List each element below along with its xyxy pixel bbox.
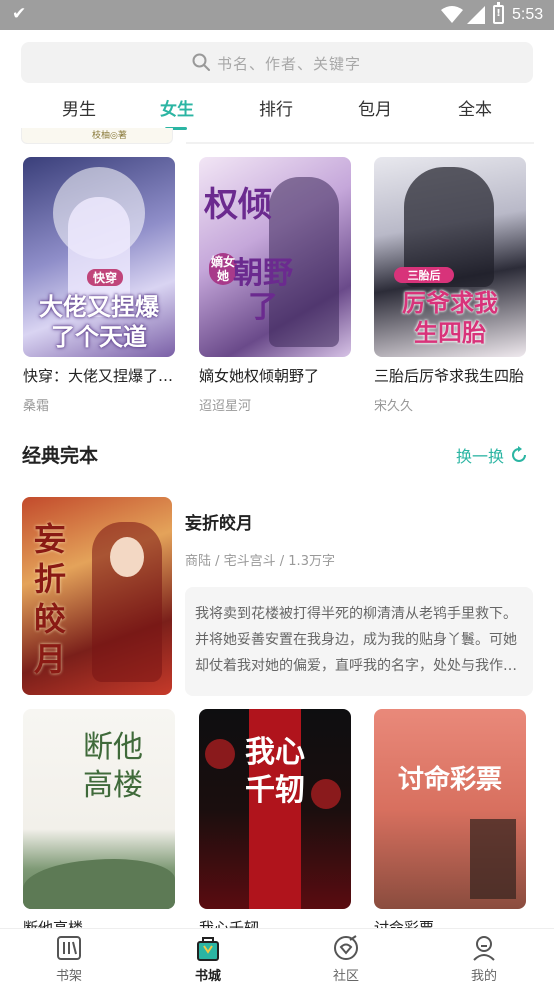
book-cover[interactable]: 断他高楼	[23, 709, 175, 909]
cover-title: 断他高楼	[83, 730, 143, 803]
tab-complete[interactable]: 全本	[435, 95, 515, 120]
featured-book-description[interactable]: 我将卖到花楼被打得半死的柳清清从老鸨手里救下。并将她妥善安置在我身边，成为我的贴…	[185, 587, 533, 696]
divider	[186, 128, 534, 144]
refresh-icon	[512, 446, 527, 462]
refresh-label: 换一换	[456, 447, 505, 466]
tab-ranking[interactable]: 排行	[236, 95, 316, 120]
cover-title: 了个天道	[51, 322, 147, 351]
book-card[interactable]: 讨命彩票 讨命彩票	[374, 709, 526, 938]
search-input[interactable]: 书名、作者、关键字	[21, 42, 533, 83]
nav-label: 社区	[332, 969, 359, 984]
book-author: 迢迢星河	[199, 399, 252, 414]
cover-title: 朝野了	[233, 256, 293, 325]
nav-profile[interactable]: 我的	[444, 934, 524, 984]
book-cover[interactable]: 三胎后 厉爷求我 生四胎	[374, 157, 526, 357]
nav-bookshelf[interactable]: 书架	[29, 934, 109, 984]
nav-bookstore[interactable]: 书城	[168, 934, 248, 984]
book-card[interactable]: 快穿 大佬又捏爆 了个天道 快穿：大佬又捏爆了个天道 桑霜	[23, 157, 175, 414]
status-time: 5:53	[512, 6, 544, 23]
tab-female[interactable]: 女生	[137, 95, 217, 120]
featured-book-meta: 商陆 / 宅斗宫斗 / 1.3万字	[185, 554, 335, 569]
partial-cover-text: 枝柚◎著	[92, 131, 127, 141]
bottom-navigation: 书架 书城 社区 我的	[0, 928, 554, 986]
status-bar: ✔ ! 5:53	[0, 0, 554, 30]
book-cover[interactable]: 权倾 嫡女她 朝野了	[199, 157, 351, 357]
cover-title: 讨命彩票	[397, 765, 502, 795]
bookshelf-icon	[29, 934, 109, 962]
featured-book-title[interactable]: 妄折皎月	[185, 509, 253, 534]
battery-icon: !	[493, 2, 504, 24]
profile-icon	[444, 934, 524, 962]
book-title[interactable]: 嫡女她权倾朝野了	[199, 365, 351, 386]
book-card[interactable]: 我心千轫 我心千轫	[199, 709, 351, 938]
refresh-button[interactable]: 换一换	[456, 443, 528, 467]
book-card[interactable]: 断他高楼 断他高楼	[23, 709, 175, 938]
bookstore-icon	[168, 934, 248, 962]
search-placeholder: 书名、作者、关键字	[217, 55, 362, 73]
partial-book-cover[interactable]: 枝柚◎著	[21, 128, 173, 144]
cover-title: 生四胎	[414, 318, 486, 347]
featured-book-cover[interactable]: 妄折皎月	[22, 497, 172, 695]
cover-title: 权倾	[204, 185, 272, 225]
featured-cover-title: 妄折皎月	[34, 520, 67, 678]
book-title[interactable]: 三胎后厉爷求我生四胎	[374, 365, 526, 386]
community-icon	[306, 934, 386, 962]
section-title: 经典完本	[22, 445, 99, 467]
book-cover[interactable]: 我心千轫	[199, 709, 351, 909]
book-author: 宋久久	[374, 399, 414, 414]
tab-male[interactable]: 男生	[39, 95, 119, 120]
book-card[interactable]: 三胎后 厉爷求我 生四胎 三胎后厉爷求我生四胎 宋久久	[374, 157, 526, 414]
cover-title: 我心千轫	[245, 735, 305, 808]
nav-label: 书架	[55, 969, 82, 984]
search-icon	[192, 53, 210, 71]
nav-label: 我的	[470, 969, 497, 984]
nav-community[interactable]: 社区	[306, 934, 386, 984]
book-cover[interactable]: 快穿 大佬又捏爆 了个天道	[23, 157, 175, 357]
checkmark-icon: ✔	[12, 4, 27, 24]
book-cover[interactable]: 讨命彩票	[374, 709, 526, 909]
tab-monthly[interactable]: 包月	[335, 95, 415, 120]
description-text: 我将卖到花楼被打得半死的柳清清从老鸨手里救下。并将她妥善安置在我身边，成为我的贴…	[195, 606, 517, 674]
wifi-icon	[441, 6, 463, 23]
battery-alert-text: !	[496, 8, 501, 19]
signal-icon	[467, 6, 485, 24]
cover-tag: 三胎后	[394, 267, 454, 283]
book-title[interactable]: 快穿：大佬又捏爆了个天道	[23, 365, 175, 386]
book-card[interactable]: 权倾 嫡女她 朝野了 嫡女她权倾朝野了 迢迢星河	[199, 157, 351, 414]
cover-tag: 快穿	[87, 269, 123, 286]
nav-label: 书城	[194, 969, 221, 984]
book-author: 桑霜	[23, 399, 50, 414]
